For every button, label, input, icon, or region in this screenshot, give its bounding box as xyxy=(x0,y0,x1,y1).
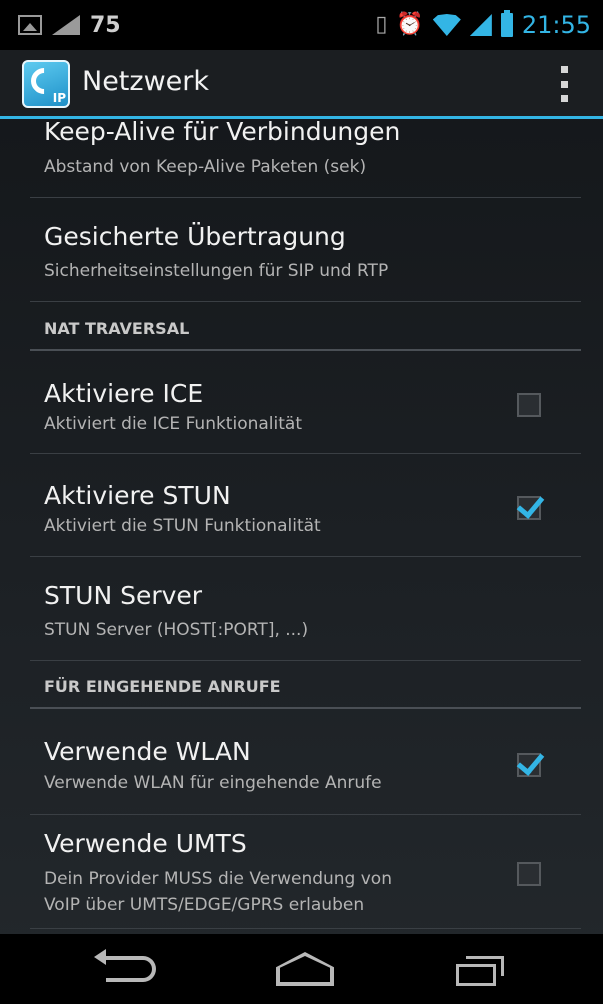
preference-list: Keep-Alive für Verbindungen Abstand von … xyxy=(30,117,581,929)
wlan-checkbox[interactable] xyxy=(517,753,541,777)
navigation-bar xyxy=(0,934,603,1004)
pref-summary: Sicherheitseinstellungen für SIP und RTP xyxy=(44,261,389,281)
pref-title: Aktiviere ICE xyxy=(44,379,204,408)
overflow-dot xyxy=(561,95,568,102)
category-nat-traversal: NAT TRAVERSAL xyxy=(30,302,581,351)
vibrate-icon: ▯ xyxy=(375,12,388,37)
ice-checkbox[interactable] xyxy=(517,393,541,417)
screen: 75 ▯ ⏰ 21:55 IP Netzwerk Keep-Alive für … xyxy=(0,0,603,1004)
status-time: 21:55 xyxy=(521,11,591,39)
pref-title: Aktiviere STUN xyxy=(44,481,231,510)
status-bar: 75 ▯ ⏰ 21:55 xyxy=(0,0,603,50)
status-bar-left: 75 xyxy=(18,9,121,41)
pref-summary: Aktiviert die STUN Funktionalität xyxy=(44,516,321,536)
category-label: FÜR EINGEHENDE ANRUFE xyxy=(44,677,281,696)
category-label: NAT TRAVERSAL xyxy=(44,319,190,338)
pref-summary: Aktiviert die ICE Funktionalität xyxy=(44,414,302,434)
pref-title: Verwende WLAN xyxy=(44,737,251,766)
stun-checkbox[interactable] xyxy=(517,496,541,520)
pref-summary: Verwende WLAN für eingehende Anrufe xyxy=(44,773,382,793)
pref-stun-server[interactable]: STUN Server STUN Server (HOST[:PORT], ..… xyxy=(30,557,581,661)
overflow-dot xyxy=(561,66,568,73)
overflow-menu-icon[interactable] xyxy=(561,66,569,102)
wifi-icon xyxy=(432,14,461,36)
app-icon-label: IP xyxy=(52,91,66,105)
pref-title: Gesicherte Übertragung xyxy=(44,222,346,251)
pref-summary: Abstand von Keep-Alive Paketen (sek) xyxy=(44,157,367,177)
pref-summary-line-1: Dein Provider MUSS die Verwendung von xyxy=(44,869,392,889)
pref-keep-alive[interactable]: Keep-Alive für Verbindungen Abstand von … xyxy=(30,117,581,198)
pref-secure-transport[interactable]: Gesicherte Übertragung Sicherheitseinste… xyxy=(30,198,581,302)
pref-use-wlan[interactable]: Verwende WLAN Verwende WLAN für eingehen… xyxy=(30,709,581,815)
back-icon[interactable] xyxy=(94,949,156,982)
status-bar-right: ▯ ⏰ 21:55 xyxy=(375,9,591,41)
battery-icon xyxy=(500,10,513,37)
recent-apps-front-card xyxy=(456,964,496,986)
image-notification-icon xyxy=(18,15,42,35)
pref-title: STUN Server xyxy=(44,581,203,610)
alarm-icon: ⏰ xyxy=(396,12,424,37)
category-incoming-calls: FÜR EINGEHENDE ANRUFE xyxy=(30,661,581,709)
pref-title: Keep-Alive für Verbindungen xyxy=(44,117,401,146)
pref-summary: STUN Server (HOST[:PORT], ...) xyxy=(44,620,309,640)
recent-apps-icon[interactable] xyxy=(456,956,504,986)
umts-checkbox[interactable] xyxy=(517,862,541,886)
data-notification-icon xyxy=(52,15,80,35)
pref-use-umts[interactable]: Verwende UMTS Dein Provider MUSS die Ver… xyxy=(30,815,581,929)
pref-summary-line-2: VoIP über UMTS/EDGE/GPRS erlauben xyxy=(44,895,365,915)
pref-enable-ice[interactable]: Aktiviere ICE Aktiviert die ICE Funktion… xyxy=(30,351,581,454)
overflow-dot xyxy=(561,80,568,88)
page-title: Netzwerk xyxy=(82,66,209,97)
signal-icon xyxy=(469,14,492,36)
pref-enable-stun[interactable]: Aktiviere STUN Aktiviert die STUN Funkti… xyxy=(30,454,581,557)
home-icon[interactable] xyxy=(276,952,334,986)
app-phone-icon[interactable]: IP xyxy=(22,60,70,108)
pref-title: Verwende UMTS xyxy=(44,829,247,858)
notification-count: 75 xyxy=(90,12,121,38)
action-bar: IP Netzwerk xyxy=(0,50,603,119)
